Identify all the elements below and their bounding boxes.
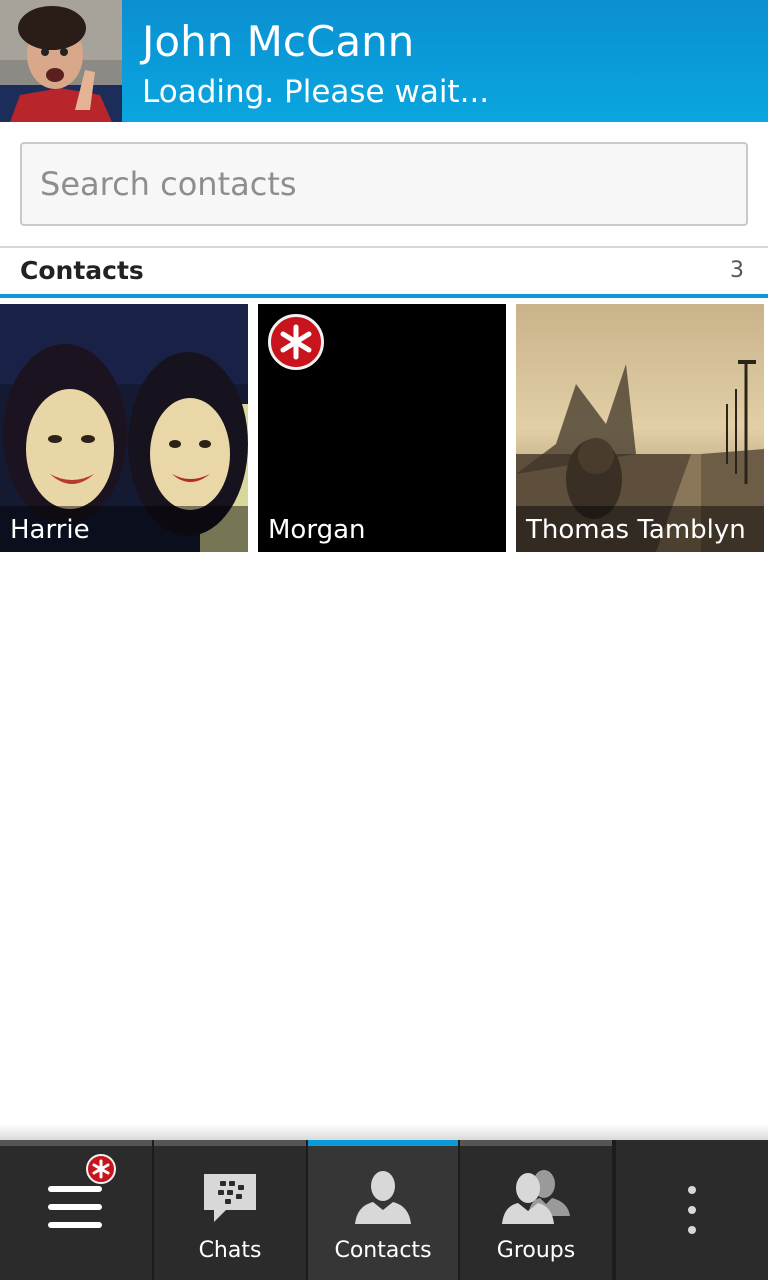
profile-name: John McCann — [142, 17, 415, 66]
person-icon — [355, 1171, 411, 1224]
bottom-bar-shadow — [0, 1124, 768, 1140]
section-accent-line — [0, 294, 768, 298]
nav-indicator — [460, 1140, 612, 1146]
group-icon — [502, 1170, 570, 1224]
menu-button[interactable] — [0, 1140, 154, 1280]
contact-name: Harrie — [10, 515, 90, 545]
nav-indicator — [308, 1140, 458, 1146]
tab-groups[interactable]: Groups — [460, 1140, 614, 1280]
contact-name: Morgan — [268, 515, 366, 545]
nav-indicator — [154, 1140, 306, 1146]
bbm-chat-icon — [204, 1174, 256, 1222]
tab-label: Groups — [496, 1238, 576, 1263]
contact-tile[interactable]: Harrie — [0, 304, 248, 552]
overflow-menu-button[interactable] — [614, 1140, 768, 1280]
notification-badge-icon — [86, 1154, 116, 1184]
nav-indicator — [0, 1140, 152, 1146]
contact-tile[interactable]: Morgan — [258, 304, 506, 552]
contact-name: Thomas Tamblyn — [526, 515, 746, 545]
new-update-badge-icon — [268, 314, 324, 370]
search-box — [20, 142, 748, 226]
contacts-section-header: Contacts 3 — [0, 248, 768, 294]
profile-status: Loading. Please wait... — [142, 74, 490, 110]
hamburger-menu-icon — [48, 1186, 102, 1228]
contact-tile[interactable]: Thomas Tamblyn — [516, 304, 764, 552]
contact-count: 3 — [730, 258, 744, 283]
tab-contacts[interactable]: Contacts — [308, 1140, 460, 1280]
section-title: Contacts — [20, 256, 144, 285]
more-vertical-icon — [688, 1186, 696, 1234]
search-input[interactable] — [22, 144, 746, 224]
bottom-action-bar: Chats Contacts Groups — [0, 1140, 768, 1280]
profile-avatar[interactable] — [0, 0, 122, 122]
profile-header[interactable]: John McCann Loading. Please wait... — [0, 0, 768, 122]
tab-label: Chats — [198, 1238, 262, 1263]
tab-chats[interactable]: Chats — [154, 1140, 308, 1280]
tab-label: Contacts — [334, 1238, 432, 1263]
